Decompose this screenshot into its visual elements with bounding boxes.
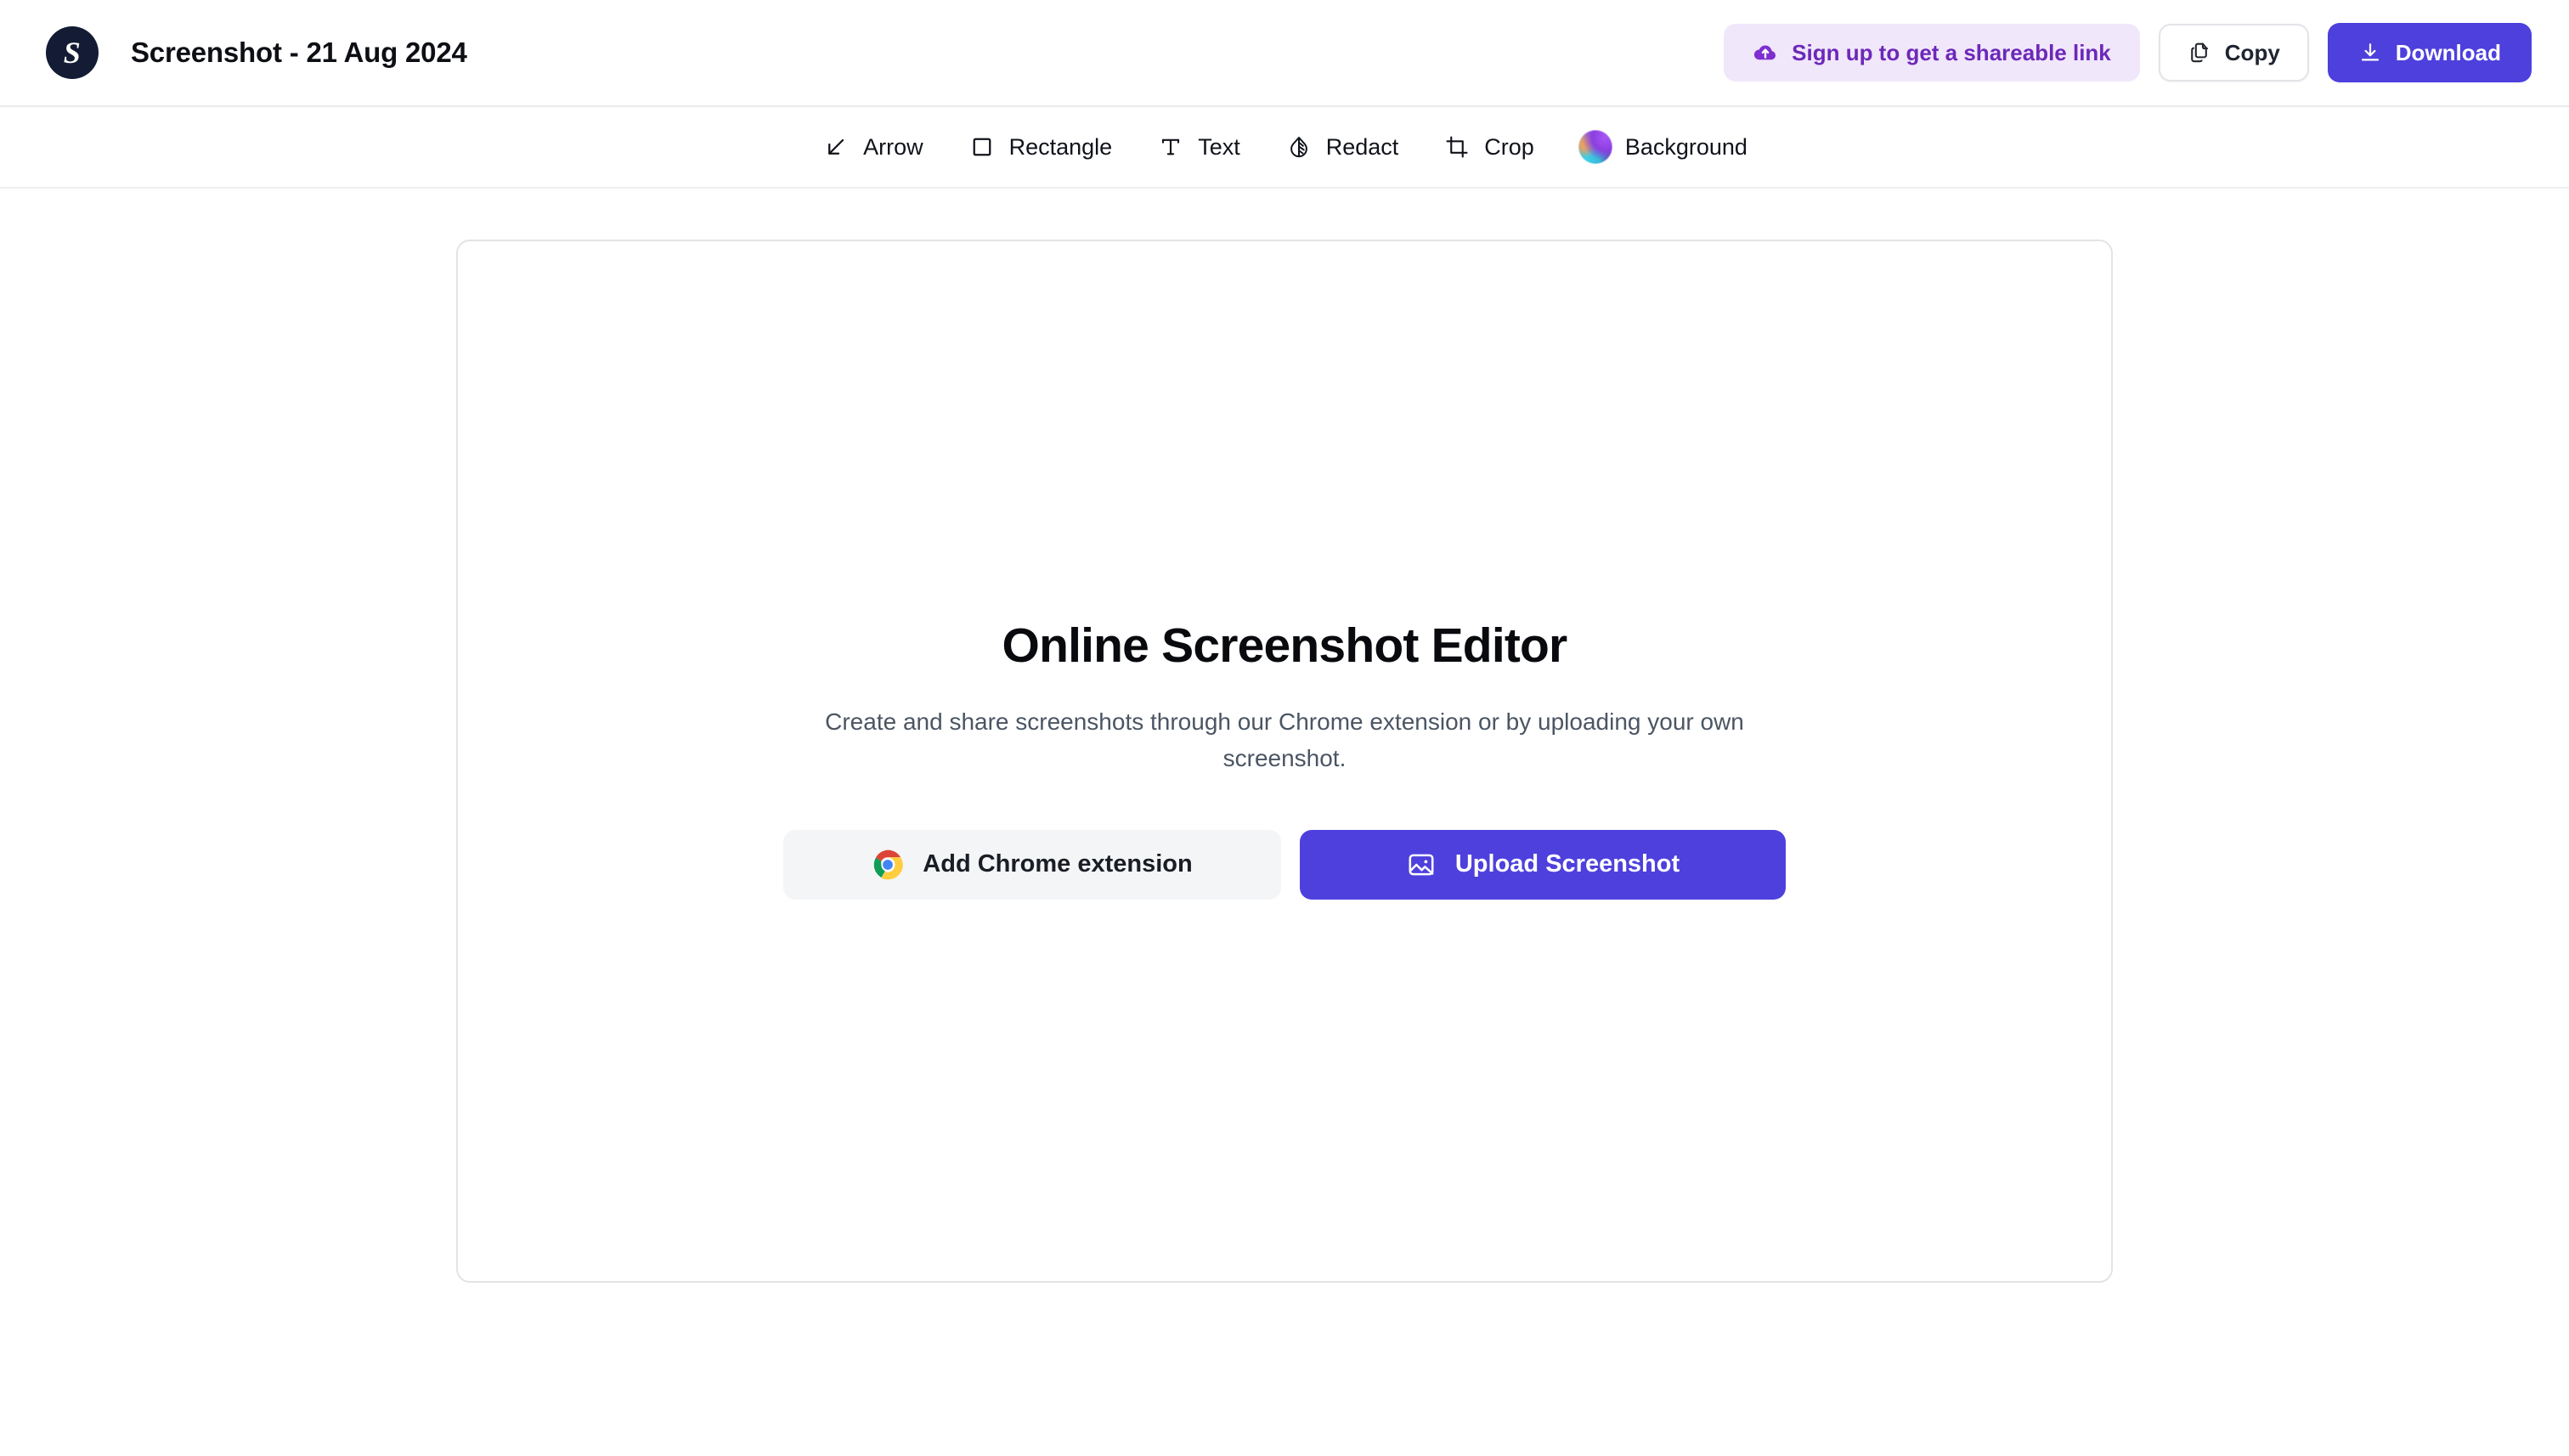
brand: S Screenshot - 21 Aug 2024: [46, 26, 467, 79]
text-t-icon: [1156, 133, 1185, 161]
gradient-sphere-icon: [1578, 130, 1612, 164]
copy-icon: [2188, 41, 2211, 65]
logo-letter: S: [63, 36, 82, 70]
download-button-label: Download: [2395, 39, 2501, 65]
upload-screenshot-button[interactable]: Upload Screenshot: [1300, 829, 1786, 900]
tool-crop-label: Crop: [1484, 133, 1534, 160]
add-chrome-extension-label: Add Chrome extension: [923, 850, 1193, 878]
rectangle-icon: [968, 133, 997, 161]
tool-crop[interactable]: Crop: [1420, 121, 1556, 173]
signup-button-label: Sign up to get a shareable link: [1792, 39, 2111, 65]
image-icon: [1406, 849, 1437, 880]
copy-button[interactable]: Copy: [2158, 24, 2309, 82]
signup-shareable-link-button[interactable]: Sign up to get a shareable link: [1724, 24, 2140, 82]
tool-rectangle[interactable]: Rectangle: [946, 121, 1135, 173]
header-actions: Sign up to get a shareable link Copy Dow…: [1724, 23, 2532, 82]
copy-button-label: Copy: [2224, 39, 2280, 65]
tool-arrow-label: Arrow: [863, 133, 923, 160]
chrome-logo-icon: [872, 849, 904, 881]
tool-redact[interactable]: Redact: [1262, 121, 1421, 173]
droplet-contrast-icon: [1284, 133, 1313, 161]
empty-state-subtitle: Create and share screenshots through our…: [825, 708, 1744, 771]
add-chrome-extension-button[interactable]: Add Chrome extension: [783, 829, 1281, 900]
screenshot-logo-icon[interactable]: S: [46, 26, 99, 79]
empty-state-actions: Add Chrome extension Upload Screenshot: [783, 829, 1786, 900]
arrow-down-left-icon: [822, 133, 850, 161]
tool-rectangle-label: Rectangle: [1008, 133, 1113, 160]
tool-background-label: Background: [1624, 133, 1747, 160]
tool-text-label: Text: [1198, 133, 1240, 160]
empty-state-title: Online Screenshot Editor: [1002, 618, 1568, 674]
download-button[interactable]: Download: [2327, 23, 2532, 82]
download-icon: [2358, 41, 2382, 65]
tool-redact-label: Redact: [1325, 133, 1399, 160]
upload-screenshot-label: Upload Screenshot: [1454, 850, 1680, 878]
tool-text[interactable]: Text: [1134, 121, 1262, 173]
app-header: S Screenshot - 21 Aug 2024 Sign up to ge…: [0, 0, 2569, 107]
cloud-upload-icon: [1753, 40, 1778, 65]
tool-background[interactable]: Background: [1556, 121, 1770, 173]
editor-toolbar: Arrow Rectangle Text Redact Crop Backgro…: [0, 107, 2569, 189]
editor-stage: Online Screenshot Editor Create and shar…: [0, 189, 2569, 1456]
page-title: Screenshot - 21 Aug 2024: [131, 37, 467, 68]
crop-icon: [1443, 133, 1471, 161]
screenshot-canvas[interactable]: Online Screenshot Editor Create and shar…: [456, 240, 2113, 1283]
tool-arrow[interactable]: Arrow: [799, 121, 946, 173]
